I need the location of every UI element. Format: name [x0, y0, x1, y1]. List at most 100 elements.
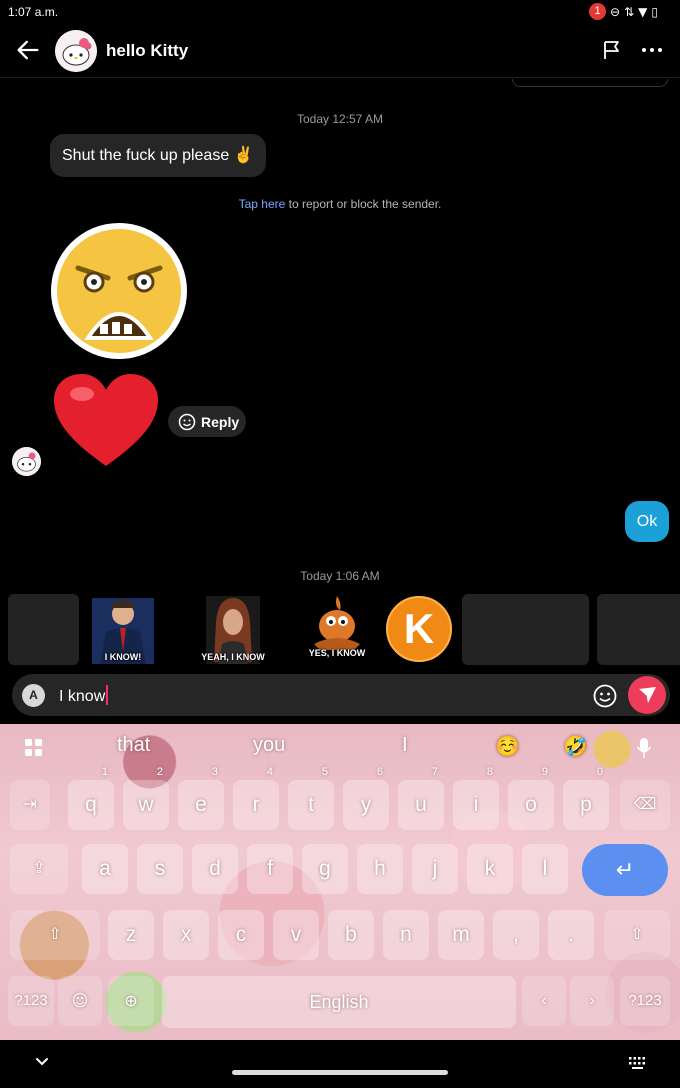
do-not-disturb-icon: ⊖ — [610, 4, 621, 19]
key-i[interactable]: i8 — [453, 766, 499, 830]
status-time: 1:07 a.m. — [8, 5, 59, 19]
emoji-key[interactable]: ☺ — [58, 976, 102, 1026]
backspace-key[interactable]: ⌫ — [620, 780, 670, 830]
more-options-icon[interactable] — [640, 38, 664, 62]
key-o[interactable]: o9 — [508, 766, 554, 830]
key-n[interactable]: n — [383, 910, 429, 960]
key-j[interactable]: j — [412, 844, 458, 894]
hide-keyboard-chevron-icon[interactable] — [34, 1054, 50, 1070]
wifi-icon: ▼ — [638, 4, 648, 19]
key-period[interactable]: . — [548, 910, 594, 960]
key-x[interactable]: x — [163, 910, 209, 960]
previous-message-edge — [512, 79, 668, 87]
emoji-suggestion[interactable]: ☺️ — [495, 734, 520, 758]
key-t[interactable]: t5 — [288, 766, 334, 830]
message-compose-bar: A I know — [12, 674, 670, 716]
keyboard-switch-icon[interactable] — [628, 1055, 648, 1071]
reply-label: Reply — [201, 413, 240, 430]
key-a[interactable]: a — [82, 844, 128, 894]
key-z[interactable]: z — [108, 910, 154, 960]
sticker-caption: YEAH, I KNOW — [201, 652, 265, 662]
report-notice: Tap here to report or block the sender. — [0, 197, 680, 211]
sticker-placeholder[interactable] — [462, 594, 589, 665]
data-arrows-icon: ⇅ — [624, 4, 635, 19]
key-b[interactable]: b — [328, 910, 374, 960]
key-e[interactable]: e3 — [178, 766, 224, 830]
chat-header: hello Kitty — [0, 24, 680, 78]
reply-button[interactable]: Reply — [168, 406, 246, 437]
sticker-smile-icon — [178, 413, 196, 430]
key-q[interactable]: q1 — [68, 766, 114, 830]
sticker-caption: YES, I KNOW — [308, 648, 366, 658]
key-l[interactable]: l — [522, 844, 568, 894]
angry-face-sticker[interactable] — [48, 220, 190, 362]
battery-icon: ▯ — [651, 4, 658, 19]
cursor-left-key[interactable]: ‹ — [522, 976, 566, 1026]
sticker-suggestion[interactable]: I KNOW! — [86, 592, 160, 664]
word-suggestion[interactable]: you — [253, 734, 285, 757]
apps-grid-icon[interactable] — [24, 738, 44, 758]
key-c[interactable]: c — [218, 910, 264, 960]
sticker-suggestion[interactable]: YES, I KNOW — [300, 592, 374, 664]
send-arrow-icon — [639, 687, 656, 703]
microphone-icon[interactable] — [636, 737, 652, 759]
report-text: to report or block the sender. — [285, 197, 442, 211]
key-h[interactable]: h — [357, 844, 403, 894]
key-d[interactable]: d — [192, 844, 238, 894]
key-v[interactable]: v — [273, 910, 319, 960]
word-suggestion[interactable]: I — [402, 734, 408, 757]
key-r[interactable]: r4 — [233, 766, 279, 830]
contact-avatar[interactable] — [55, 30, 97, 72]
language-globe-key[interactable]: ⊕ — [108, 976, 154, 1026]
shift-left-key[interactable]: ⇧ — [10, 910, 100, 960]
emoji-suggestion[interactable]: 🤣 — [563, 734, 588, 758]
message-timestamp: Today 1:06 AM — [300, 569, 380, 583]
key-u[interactable]: u7 — [398, 766, 444, 830]
back-arrow-icon[interactable] — [14, 36, 42, 64]
cursor-right-key[interactable]: › — [570, 976, 614, 1026]
key-m[interactable]: m — [438, 910, 484, 960]
word-suggestion[interactable]: that — [117, 734, 150, 757]
caps-lock-key[interactable]: ⇪ — [10, 844, 68, 894]
sticker-placeholder[interactable] — [597, 594, 680, 665]
hello-kitty-avatar-icon — [55, 30, 97, 72]
contact-name[interactable]: hello Kitty — [106, 41, 188, 61]
enter-key[interactable]: ↵ — [582, 844, 668, 896]
incoming-message-bubble[interactable]: Shut the fuck up please ✌️ — [50, 134, 266, 177]
key-g[interactable]: g — [302, 844, 348, 894]
sticker-placeholder[interactable] — [8, 594, 79, 665]
system-navigation-bar — [0, 1040, 680, 1088]
sticker-suggestion-row: I KNOW! YEAH, I KNOW YES, I KNOW K — [0, 592, 680, 666]
key-y[interactable]: y6 — [343, 766, 389, 830]
key-w[interactable]: w2 — [123, 766, 169, 830]
sticker-suggestion[interactable]: YEAH, I KNOW — [196, 592, 270, 664]
status-icons: 1 ⊖ ⇅ ▼ ▯ — [589, 3, 658, 20]
notification-badge: 1 — [589, 3, 607, 20]
message-input[interactable]: I know — [59, 685, 109, 706]
symbols-key-right[interactable]: ?123 — [620, 976, 670, 1026]
sticker-caption: I KNOW! — [104, 652, 142, 662]
keyboard-toggle-button[interactable]: A — [22, 684, 45, 707]
key-p[interactable]: p0 — [563, 766, 609, 830]
shift-right-key[interactable]: ⇧ — [604, 910, 670, 960]
space-bar[interactable]: English — [162, 976, 516, 1028]
red-heart-sticker[interactable] — [52, 372, 160, 468]
k-letter-sticker[interactable]: K — [386, 596, 452, 662]
tab-key[interactable]: ⇥ — [10, 780, 50, 830]
symbols-key[interactable]: ?123 — [8, 976, 54, 1026]
key-comma[interactable]: , — [493, 910, 539, 960]
message-input-text: I know — [59, 688, 106, 705]
on-screen-keyboard: that you I ☺️ 🤣 ⇥ q1 w2 e3 r4 t5 y6 u7 i… — [0, 724, 680, 1040]
outgoing-message-bubble[interactable]: Ok — [625, 501, 669, 542]
key-k[interactable]: k — [467, 844, 513, 894]
home-gesture-handle[interactable] — [232, 1070, 448, 1075]
sender-avatar[interactable] — [12, 447, 41, 476]
key-s[interactable]: s — [137, 844, 183, 894]
report-link[interactable]: Tap here — [239, 197, 286, 211]
status-bar: 1:07 a.m. 1 ⊖ ⇅ ▼ ▯ — [0, 0, 680, 24]
key-f[interactable]: f — [247, 844, 293, 894]
message-timestamp: Today 12:57 AM — [296, 112, 384, 126]
flag-icon[interactable] — [600, 38, 624, 62]
sticker-picker-icon[interactable] — [592, 683, 618, 709]
send-button[interactable] — [628, 676, 666, 714]
